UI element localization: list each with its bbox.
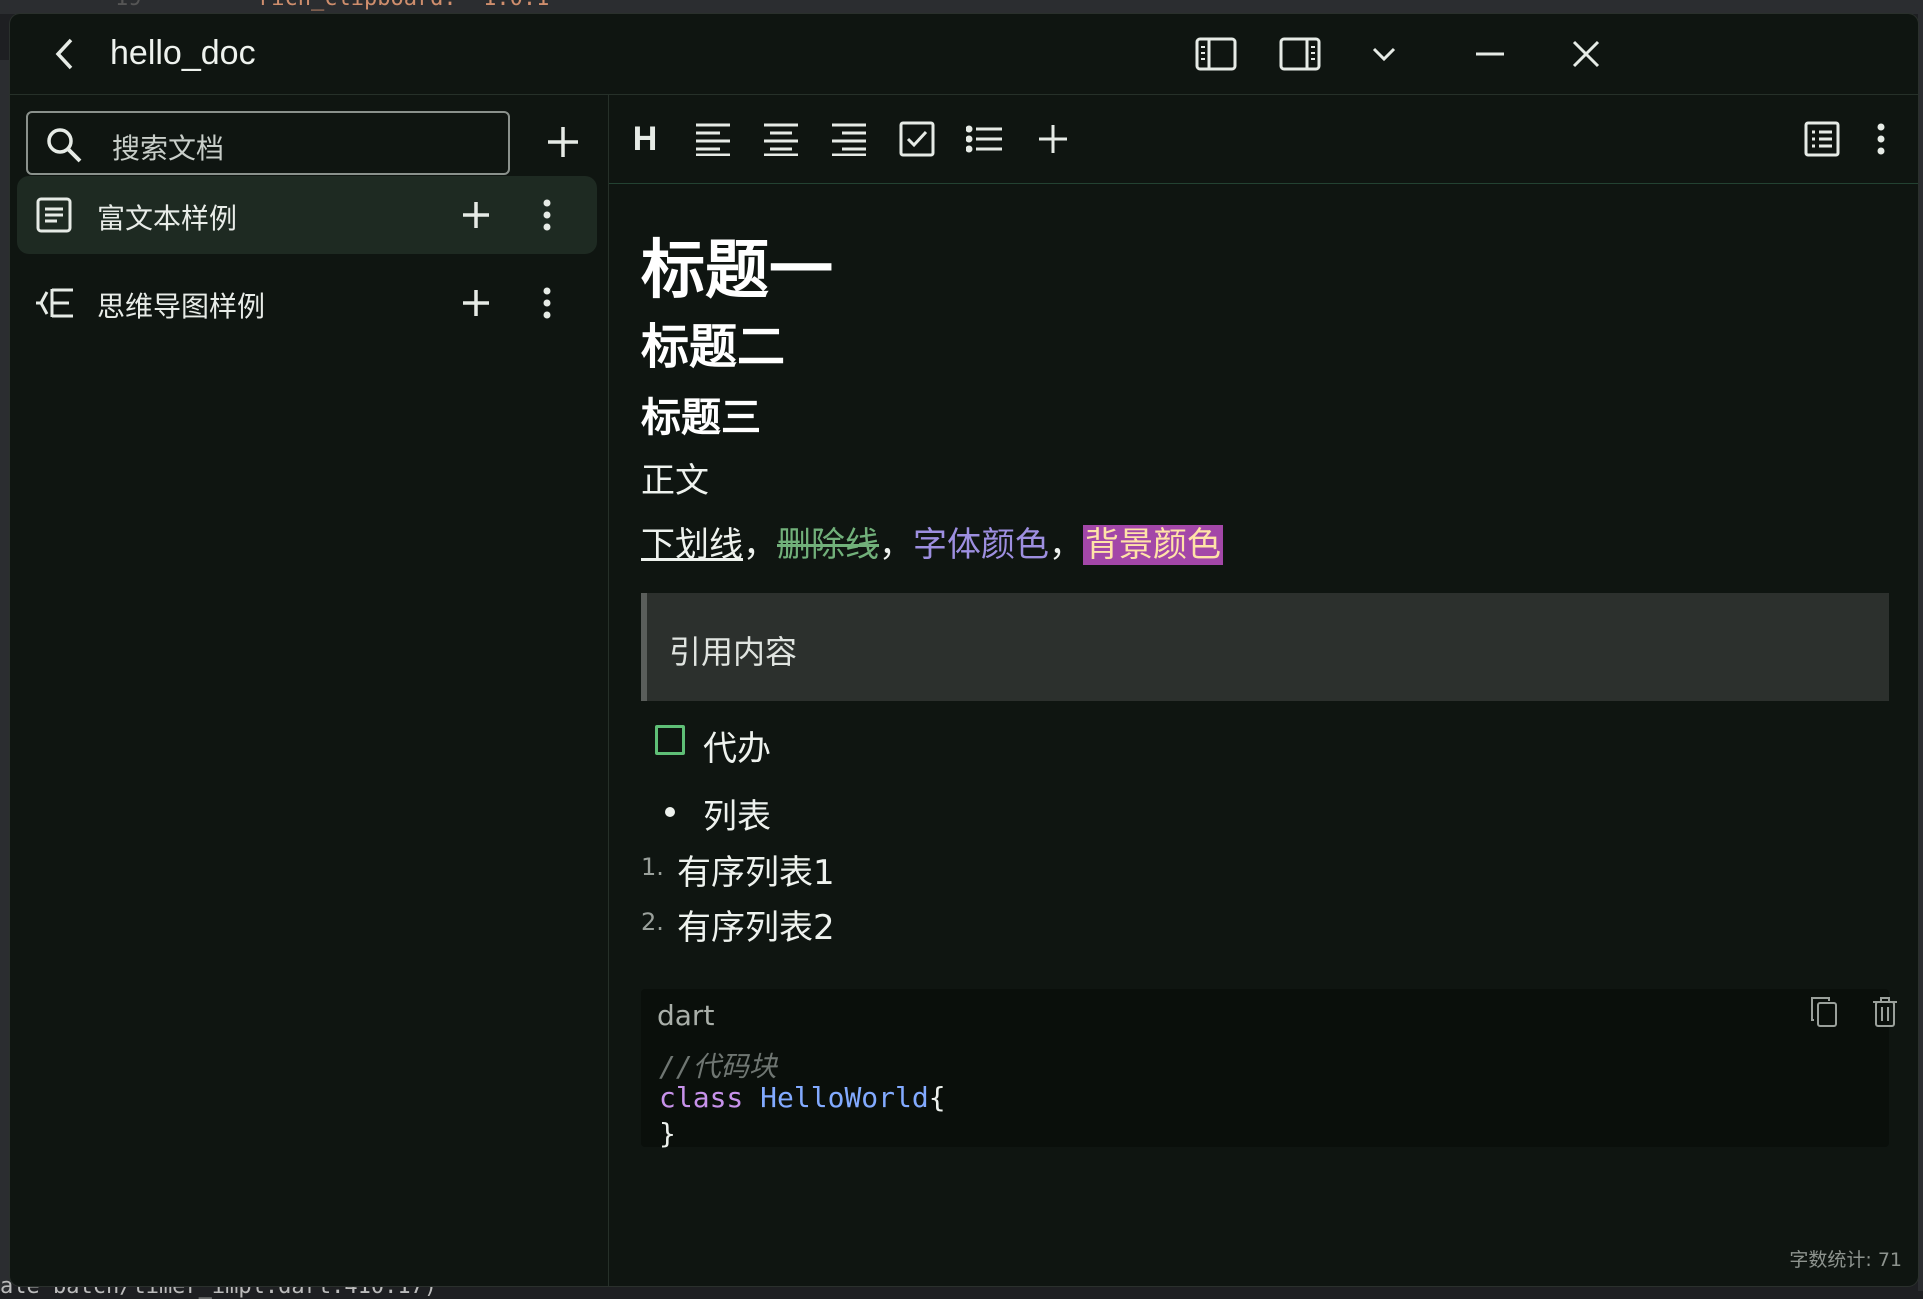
separator: ，	[743, 525, 777, 565]
underline-text: 下划线	[641, 525, 743, 565]
new-document-button[interactable]	[538, 117, 588, 167]
trash-icon[interactable]	[1871, 995, 1899, 1029]
background-color-text: 背景颜色	[1083, 525, 1223, 565]
code-block[interactable]: dart //代码块 class HelloWorld{ }	[641, 989, 1897, 1150]
styled-text-paragraph: 下划线，删除线，字体颜色，背景颜色	[641, 517, 1223, 566]
bullet-list-button[interactable]	[959, 113, 1011, 165]
todo-label: 代办	[703, 729, 771, 769]
background-right-strip	[1918, 0, 1923, 1291]
code-keyword: class	[659, 1081, 744, 1114]
align-left-button[interactable]	[687, 113, 739, 165]
format-toolbar: H	[609, 95, 1918, 184]
search-placeholder: 搜索文档	[112, 132, 225, 165]
chevron-down-icon	[1372, 47, 1396, 62]
bullet-label: 列表	[703, 797, 771, 837]
align-center-icon	[764, 123, 798, 156]
window-title: hello_doc	[110, 34, 256, 72]
copy-icon[interactable]	[1809, 995, 1839, 1029]
strikethrough-text: 删除线	[777, 525, 879, 565]
doc-item-label: 富文本样例	[97, 202, 238, 235]
minimize-icon	[1476, 52, 1504, 56]
list-icon	[966, 125, 1002, 153]
todo-checkbox[interactable]	[655, 725, 685, 755]
align-left-icon	[696, 123, 730, 156]
align-right-icon	[832, 123, 866, 156]
font-color-text: 字体颜色	[913, 525, 1049, 565]
app-window: hello_doc 搜索文档 富文本样例 思维导图样例 H 标题一 标题二 标题…	[10, 14, 1918, 1286]
code-line: class HelloWorld{	[659, 1081, 946, 1114]
chevron-left-icon	[55, 38, 73, 70]
more-vertical-icon[interactable]	[537, 196, 557, 234]
insert-block-button[interactable]	[1027, 113, 1079, 165]
left-panel-icon	[1195, 37, 1237, 71]
background-editor-strip: 19 rich_clipboard: ^1.0.1	[0, 0, 1923, 14]
body-paragraph: 正文	[641, 461, 709, 501]
right-panel-icon	[1279, 37, 1321, 71]
code-comment: //代码块	[659, 1050, 777, 1083]
doc-item-label: 思维导图样例	[97, 290, 266, 323]
sidebar: 搜索文档 富文本样例 思维导图样例	[10, 95, 609, 1286]
heading-3: 标题三	[641, 395, 761, 441]
title-bar: hello_doc	[10, 14, 1918, 95]
align-right-button[interactable]	[823, 113, 875, 165]
table-of-contents-icon	[1804, 121, 1840, 157]
add-child-icon[interactable]	[457, 196, 495, 234]
separator: ，	[879, 525, 913, 565]
code-class-name: HelloWorld	[760, 1081, 929, 1114]
heading-1: 标题一	[641, 234, 833, 308]
document-icon	[36, 197, 72, 233]
search-input[interactable]: 搜索文档	[26, 111, 510, 175]
add-child-icon[interactable]	[457, 284, 495, 322]
heading-icon: H	[632, 119, 658, 158]
checklist-button[interactable]	[891, 113, 943, 165]
word-count: 字数统计: 71	[1789, 1249, 1902, 1271]
editor-more-button[interactable]	[1855, 113, 1907, 165]
background-left-strip	[0, 60, 10, 1291]
bullet-dot	[665, 807, 675, 817]
doc-item-mindmap[interactable]: 思维导图样例	[17, 264, 597, 342]
list-number: 1.	[641, 853, 664, 881]
minimize-button[interactable]	[1466, 32, 1514, 76]
window-menu-button[interactable]	[1360, 32, 1408, 76]
heading-button[interactable]: H	[619, 113, 671, 165]
background-line-number: 19	[115, 0, 142, 11]
list-label: 有序列表2	[677, 908, 835, 948]
background-code-line: rich_clipboard: ^1.0.1	[258, 0, 549, 11]
toggle-left-panel-button[interactable]	[1192, 32, 1240, 76]
list-number: 2.	[641, 908, 664, 936]
search-icon	[47, 128, 82, 163]
plus-icon	[1039, 125, 1067, 153]
more-vertical-icon	[1877, 123, 1885, 155]
toggle-right-panel-button[interactable]	[1276, 32, 1324, 76]
mindmap-icon	[36, 288, 73, 318]
plus-icon	[548, 127, 578, 157]
checkbox-icon	[899, 121, 935, 157]
more-vertical-icon[interactable]	[537, 284, 557, 322]
close-icon	[1572, 40, 1600, 68]
back-button[interactable]	[46, 34, 86, 74]
outline-button[interactable]	[1796, 113, 1848, 165]
editor-pane: H 标题一 标题二 标题三 正文 下划线，删除线，字体颜色，背景颜色 引用内容 …	[609, 95, 1918, 1286]
blockquote: 引用内容	[641, 593, 1889, 701]
close-button[interactable]	[1562, 32, 1610, 76]
separator: ，	[1049, 525, 1083, 565]
doc-item-rich-text[interactable]: 富文本样例	[17, 176, 597, 254]
align-center-button[interactable]	[755, 113, 807, 165]
quote-text: 引用内容	[669, 633, 798, 671]
code-closing-brace: }	[659, 1117, 676, 1150]
code-brace: {	[928, 1081, 946, 1114]
heading-2: 标题二	[641, 319, 786, 375]
code-language[interactable]: dart	[657, 999, 714, 1032]
list-label: 有序列表1	[677, 853, 835, 893]
